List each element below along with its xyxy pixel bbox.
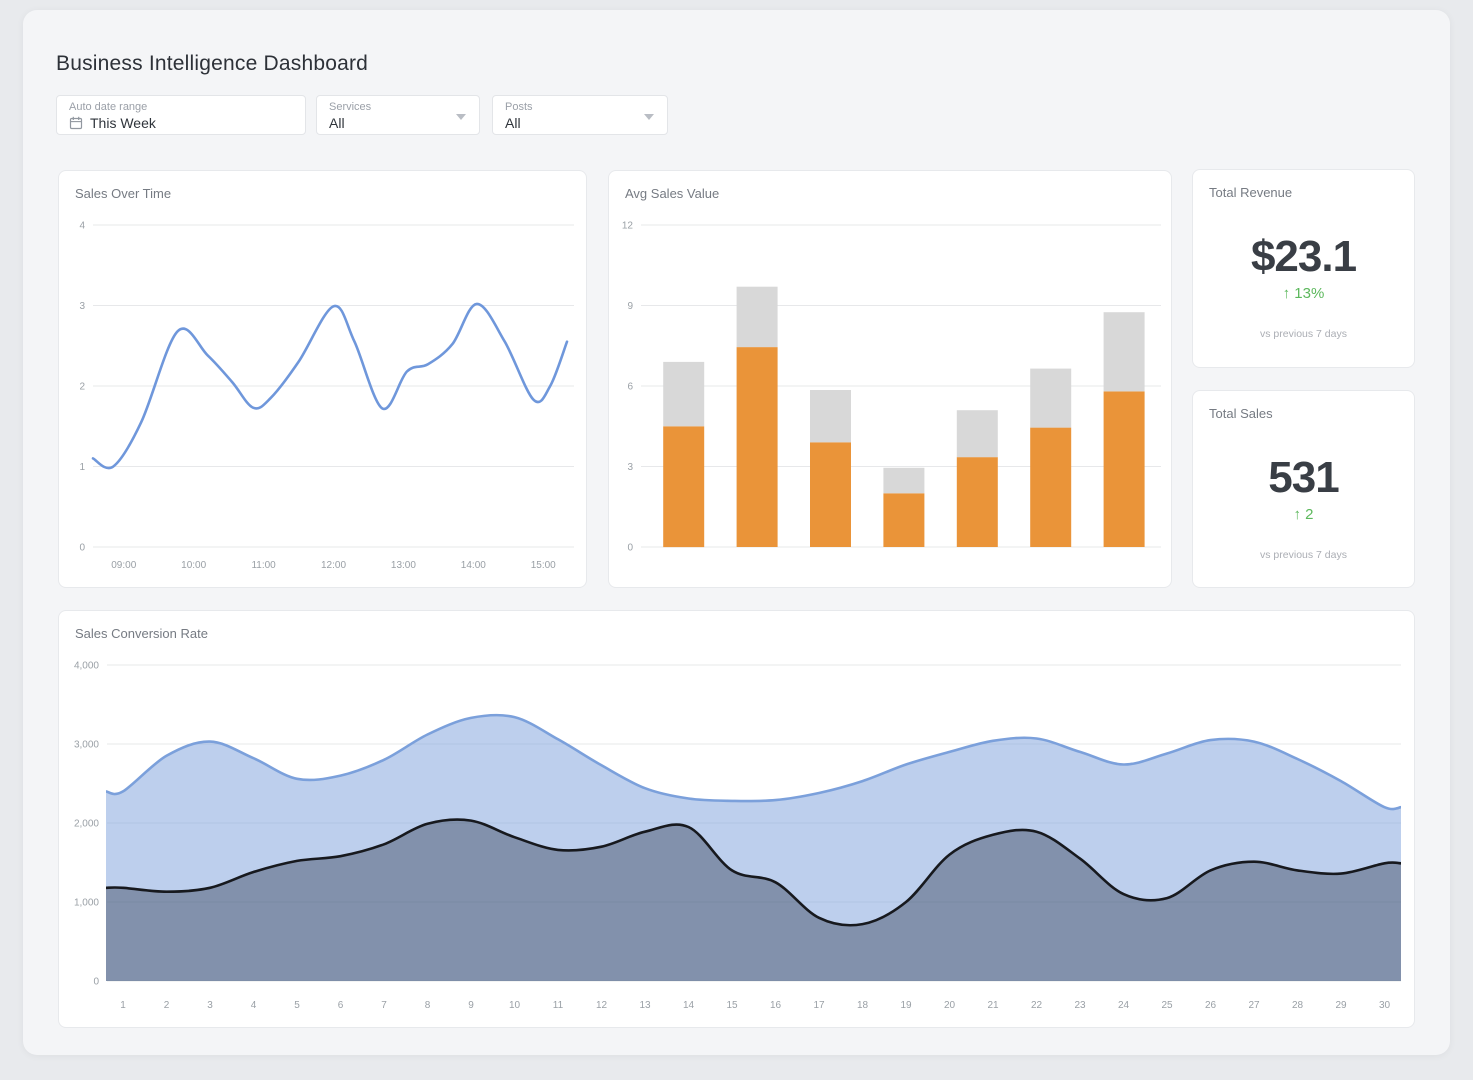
svg-text:15: 15 bbox=[726, 1000, 738, 1011]
filter-label: Posts bbox=[505, 101, 655, 114]
kpi-value: 531 bbox=[1193, 453, 1414, 503]
kpi-title: Total Revenue bbox=[1209, 185, 1292, 200]
svg-text:3: 3 bbox=[79, 301, 85, 312]
svg-text:3,000: 3,000 bbox=[74, 740, 99, 751]
svg-text:14:00: 14:00 bbox=[461, 560, 486, 571]
svg-text:9: 9 bbox=[468, 1000, 474, 1011]
total-revenue-card: Total Revenue $23.1 ↑ 13% vs previous 7 … bbox=[1192, 169, 1415, 368]
svg-text:12: 12 bbox=[622, 221, 634, 232]
svg-text:8: 8 bbox=[425, 1000, 431, 1011]
svg-text:11: 11 bbox=[553, 1000, 564, 1011]
sales-over-time-chart[interactable]: 0 1 2 3 4 09:00 10:00 11:00 12:00 13:00 14:00 15:00 bbox=[67, 211, 580, 581]
kpi-value: $23.1 bbox=[1193, 232, 1414, 282]
svg-text:2,000: 2,000 bbox=[74, 819, 99, 830]
svg-text:2: 2 bbox=[79, 382, 85, 393]
svg-text:13: 13 bbox=[639, 1000, 651, 1011]
chart-title: Sales Over Time bbox=[75, 186, 171, 201]
sales-over-time-card: Sales Over Time 0 1 2 3 4 09:00 10:00 11:00 12:0… bbox=[58, 170, 587, 588]
svg-text:4: 4 bbox=[251, 1000, 257, 1011]
chevron-down-icon bbox=[456, 114, 466, 120]
total-sales-card: Total Sales 531 ↑ 2 vs previous 7 days bbox=[1192, 390, 1415, 588]
svg-text:14: 14 bbox=[683, 1000, 695, 1011]
svg-text:9: 9 bbox=[627, 301, 633, 312]
kpi-delta: ↑ 13% bbox=[1193, 285, 1414, 302]
svg-text:10: 10 bbox=[509, 1000, 521, 1011]
services-value: All bbox=[329, 115, 345, 131]
svg-text:22: 22 bbox=[1031, 1000, 1043, 1011]
kpi-delta: ↑ 2 bbox=[1193, 506, 1414, 523]
svg-text:0: 0 bbox=[93, 977, 99, 988]
svg-text:6: 6 bbox=[627, 382, 633, 393]
svg-text:28: 28 bbox=[1292, 1000, 1304, 1011]
svg-text:2: 2 bbox=[164, 1000, 170, 1011]
svg-text:30: 30 bbox=[1379, 1000, 1391, 1011]
svg-text:0: 0 bbox=[627, 543, 633, 554]
chart-title: Avg Sales Value bbox=[625, 186, 719, 201]
posts-value: All bbox=[505, 115, 521, 131]
svg-text:13:00: 13:00 bbox=[391, 560, 416, 571]
date-range-filter[interactable]: Auto date range This Week bbox=[56, 95, 306, 135]
svg-text:26: 26 bbox=[1205, 1000, 1217, 1011]
svg-text:20: 20 bbox=[944, 1000, 956, 1011]
avg-sales-value-card: Avg Sales Value 0 3 6 9 12 bbox=[608, 170, 1172, 588]
svg-text:12:00: 12:00 bbox=[321, 560, 346, 571]
svg-text:6: 6 bbox=[338, 1000, 344, 1011]
calendar-icon bbox=[69, 116, 83, 130]
svg-text:18: 18 bbox=[857, 1000, 869, 1011]
svg-text:23: 23 bbox=[1074, 1000, 1086, 1011]
svg-text:29: 29 bbox=[1335, 1000, 1347, 1011]
svg-text:10:00: 10:00 bbox=[181, 560, 206, 571]
svg-text:11:00: 11:00 bbox=[251, 560, 276, 571]
kpi-note: vs previous 7 days bbox=[1193, 549, 1414, 561]
svg-text:12: 12 bbox=[596, 1000, 608, 1011]
svg-text:24: 24 bbox=[1118, 1000, 1130, 1011]
svg-text:0: 0 bbox=[79, 543, 85, 554]
chart-title: Sales Conversion Rate bbox=[75, 626, 208, 641]
filter-label: Auto date range bbox=[69, 101, 293, 114]
svg-text:1: 1 bbox=[79, 462, 85, 473]
date-range-value: This Week bbox=[90, 115, 156, 131]
sales-conversion-rate-card: Sales Conversion Rate 0 1,000 2,000 3,000 4,… bbox=[58, 610, 1415, 1028]
svg-text:19: 19 bbox=[900, 1000, 912, 1011]
avg-sales-value-chart[interactable]: 0 3 6 9 12 bbox=[617, 211, 1165, 581]
svg-text:09:00: 09:00 bbox=[111, 560, 136, 571]
svg-text:17: 17 bbox=[813, 1000, 825, 1011]
chevron-down-icon bbox=[644, 114, 654, 120]
svg-text:5: 5 bbox=[294, 1000, 300, 1011]
page-title: Business Intelligence Dashboard bbox=[56, 52, 368, 76]
svg-text:4: 4 bbox=[79, 221, 85, 232]
svg-text:1: 1 bbox=[120, 1000, 126, 1011]
services-filter[interactable]: Services All bbox=[316, 95, 480, 135]
posts-filter[interactable]: Posts All bbox=[492, 95, 668, 135]
svg-text:15:00: 15:00 bbox=[531, 560, 556, 571]
svg-text:3: 3 bbox=[627, 462, 633, 473]
sales-conversion-rate-chart[interactable]: 01,0002,0003,0004,0001234567891011121314… bbox=[67, 651, 1408, 1021]
svg-text:4,000: 4,000 bbox=[74, 661, 99, 672]
svg-text:21: 21 bbox=[987, 1000, 999, 1011]
filter-label: Services bbox=[329, 101, 467, 114]
svg-text:16: 16 bbox=[770, 1000, 782, 1011]
kpi-title: Total Sales bbox=[1209, 406, 1273, 421]
page-container: Business Intelligence Dashboard Auto dat… bbox=[23, 10, 1450, 1055]
svg-text:7: 7 bbox=[381, 1000, 387, 1011]
kpi-note: vs previous 7 days bbox=[1193, 328, 1414, 340]
svg-text:1,000: 1,000 bbox=[74, 898, 99, 909]
svg-text:3: 3 bbox=[207, 1000, 213, 1011]
svg-text:25: 25 bbox=[1161, 1000, 1173, 1011]
svg-text:27: 27 bbox=[1248, 1000, 1260, 1011]
